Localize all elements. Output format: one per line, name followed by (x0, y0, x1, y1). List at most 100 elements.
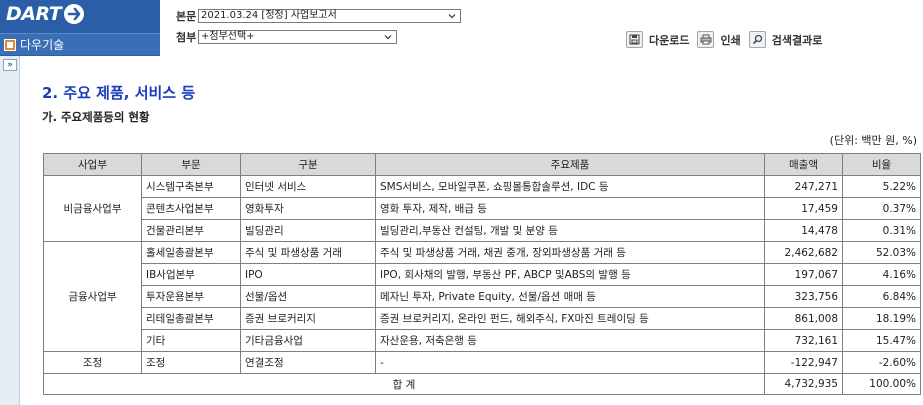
category-cell: IPO (240, 263, 376, 286)
unit-cell: 기타 (141, 329, 241, 352)
table-row: 기타 기타금융사업 자산운용, 저축은행 등 732,161 15.47% (44, 329, 921, 352)
products-cell: 영화 투자, 제작, 배급 등 (375, 197, 765, 220)
ratio-cell: 15.47% (842, 329, 921, 352)
ratio-cell: 52.03% (842, 241, 921, 264)
header-unit: 부문 (141, 153, 241, 176)
download-label: 다운로드 (649, 33, 690, 47)
unit-cell: 투자운용본부 (141, 285, 241, 308)
report-select[interactable]: 2021.03.24 [정정] 사업보고서 (198, 9, 461, 23)
products-table: 사업부 부문 구분 주요제품 매출액 비율 비금융사업부 시스템구축본부 인터넷… (43, 153, 921, 395)
sales-cell: 14,478 (764, 219, 843, 242)
logo-arrow-icon (64, 4, 85, 24)
search-results-label: 검색결과로 (771, 33, 823, 47)
attach-select-value: +첨부선택+ (201, 31, 255, 42)
ratio-cell: 6.84% (842, 285, 921, 308)
sales-cell: 323,756 (764, 285, 843, 308)
report-select-row: 본문 2021.03.24 [정정] 사업보고서 (176, 8, 461, 24)
download-button[interactable]: 다운로드 (626, 31, 689, 48)
header-products: 주요제품 (375, 153, 765, 176)
table-row: 건물관리본부 빌딩관리 빌딩관리,부동산 컨설팅, 개발 및 분양 등 14,4… (44, 219, 921, 242)
sales-cell: 247,271 (764, 175, 843, 198)
table-row: 비금융사업부 시스템구축본부 인터넷 서비스 SMS서비스, 모바일쿠폰, 쇼핑… (43, 175, 921, 242)
sub-title: 가. 주요제품등의 현황 (42, 110, 150, 124)
category-cell: 기타금융사업 (240, 329, 376, 352)
unit-cell: IB사업본부 (141, 263, 241, 286)
section-title: 2. 주요 제품, 서비스 등 (42, 84, 196, 102)
attach-label: 첨부 (176, 31, 197, 44)
unit-note: (단위: 백만 원, %) (829, 134, 917, 147)
header-sales: 매출액 (764, 153, 843, 176)
category-cell: 인터넷 서비스 (240, 175, 376, 198)
expand-toc-button[interactable]: » (3, 59, 17, 71)
attach-select[interactable]: +첨부선택+ (198, 30, 397, 44)
print-button[interactable]: 인쇄 (697, 31, 741, 48)
brand-panel: DART 다우기술 (0, 0, 160, 56)
table-row: 조정 조정 연결조정 - -122,947 -2.60% (43, 351, 921, 374)
sales-cell: 2,462,682 (764, 241, 843, 264)
header-division: 사업부 (43, 153, 142, 176)
category-cell: 증권 브로커리지 (240, 307, 376, 330)
category-cell: 주식 및 파생상품 거래 (240, 241, 376, 264)
table-row: 콘텐츠사업본부 영화투자 영화 투자, 제작, 배급 등 17,459 0.37… (44, 197, 921, 220)
toolbar: 다운로드 인쇄 검색결과로 (626, 31, 830, 48)
products-cell: IPO, 회사채의 발행, 부동산 PF, ABCP 및ABS의 발행 등 (375, 263, 765, 286)
ratio-cell: -2.60% (842, 351, 921, 374)
table-row: 리테일총괄본부 증권 브로커리지 증권 브로커리지, 온라인 펀드, 해외주식,… (44, 307, 921, 330)
dart-logo[interactable]: DART (6, 3, 85, 25)
report-select-value: 2021.03.24 [정정] 사업보고서 (201, 10, 337, 21)
total-label: 합 계 (43, 373, 765, 395)
table-row: 금융사업부 홀세일총괄본부 주식 및 파생상품 거래 주식 및 파생상품 거래,… (43, 241, 921, 352)
unit-cell: 조정 (141, 351, 241, 374)
products-cell: - (375, 351, 765, 374)
logo-text: DART (6, 3, 62, 25)
total-row: 합 계 4,732,935 100.00% (43, 373, 921, 395)
total-ratio: 100.00% (842, 373, 921, 395)
left-side-strip: » (0, 56, 20, 405)
sales-cell: 197,067 (764, 263, 843, 286)
search-results-button[interactable]: 검색결과로 (748, 31, 823, 48)
unit-cell: 건물관리본부 (141, 219, 241, 242)
unit-cell: 시스템구축본부 (141, 175, 241, 198)
company-bar: 다우기술 (0, 33, 160, 55)
sales-cell: 732,161 (764, 329, 843, 352)
unit-cell: 홀세일총괄본부 (141, 241, 241, 264)
print-label: 인쇄 (720, 33, 741, 47)
products-cell: 주식 및 파생상품 거래, 채권 중개, 장외파생상품 거래 등 (375, 241, 765, 264)
chevron-down-icon (384, 35, 392, 40)
category-cell: 빌딩관리 (240, 219, 376, 242)
ratio-cell: 18.19% (842, 307, 921, 330)
document-content: 2. 주요 제품, 서비스 등 가. 주요제품등의 현황 (단위: 백만 원, … (22, 56, 923, 405)
total-sales: 4,732,935 (764, 373, 843, 395)
ratio-cell: 0.31% (842, 219, 921, 242)
search-icon (748, 31, 766, 48)
ratio-cell: 4.16% (842, 263, 921, 286)
top-header: DART 다우기술 본문 2021.03.24 [정정] 사업보고서 첨부 +첨… (0, 0, 923, 56)
unit-cell: 리테일총괄본부 (141, 307, 241, 330)
sales-cell: 861,008 (764, 307, 843, 330)
products-cell: SMS서비스, 모바일쿠폰, 쇼핑몰통합솔루션, IDC 등 (375, 175, 765, 198)
division-cell: 조정 (43, 351, 142, 374)
products-cell: 빌딩관리,부동산 컨설팅, 개발 및 분양 등 (375, 219, 765, 242)
category-cell: 연결조정 (240, 351, 376, 374)
sales-cell: 17,459 (764, 197, 843, 220)
header-category: 구분 (240, 153, 376, 176)
products-cell: 메자닌 투자, Private Equity, 선물/옵션 매매 등 (375, 285, 765, 308)
save-icon (626, 31, 643, 48)
table-row: IB사업본부 IPO IPO, 회사채의 발행, 부동산 PF, ABCP 및A… (44, 263, 921, 286)
company-icon (4, 38, 16, 51)
header-ratio: 비율 (842, 153, 921, 176)
division-cell: 비금융사업부 (43, 175, 142, 242)
attach-select-row: 첨부 +첨부선택+ (176, 29, 397, 45)
ratio-cell: 0.37% (842, 197, 921, 220)
unit-cell: 콘텐츠사업본부 (141, 197, 241, 220)
table-header-row: 사업부 부문 구분 주요제품 매출액 비율 (43, 153, 921, 176)
division-cell: 금융사업부 (43, 241, 142, 352)
category-cell: 선물/옵션 (240, 285, 376, 308)
company-name: 다우기술 (20, 38, 65, 52)
products-cell: 증권 브로커리지, 온라인 펀드, 해외주식, FX마진 트레이딩 등 (375, 307, 765, 330)
products-cell: 자산운용, 저축은행 등 (375, 329, 765, 352)
chevron-down-icon (448, 14, 456, 19)
sales-cell: -122,947 (764, 351, 843, 374)
printer-icon (697, 31, 715, 48)
category-cell: 영화투자 (240, 197, 376, 220)
